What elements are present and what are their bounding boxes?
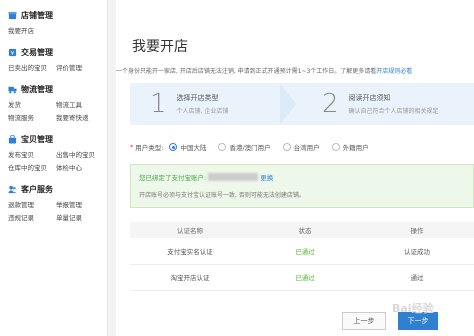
radio-label: 台湾用户 <box>293 144 320 152</box>
radio-label: 外籍用户 <box>342 144 369 152</box>
section-header[interactable]: 宝贝管理 <box>8 132 107 146</box>
sidebar-link-publish-item[interactable]: 发布宝贝 <box>8 149 56 159</box>
step-subtitle: 确认自己符合个人店铺的相关规定 <box>348 108 439 115</box>
table-row: 淘宝开店认证 已通过 通过 <box>130 264 474 291</box>
auth-table: 认证名称 状态 操作 支付宝实名认证 已通过 认证成功 淘宝开店认证 已通过 通… <box>130 222 474 291</box>
section-header[interactable]: 客户服务 <box>8 182 107 196</box>
sidebar-section-customer: 客户服务 退款管理 举报管理 违规记录 单量记录 <box>8 182 107 223</box>
section-title: 店铺管理 <box>21 10 53 20</box>
radio-label: 香港/澳门用户 <box>229 144 271 152</box>
section-header[interactable]: 物流管理 <box>8 82 107 96</box>
radio-mainland[interactable]: 中国大陆 <box>169 142 206 152</box>
step-indicator: 1 选择开店类型 个人店铺, 企业店铺 2 阅读开店须知 确认自己符合个人店铺的… <box>130 83 474 125</box>
notice-body: 一个身份只能开一家店, 开店后店铺无法注销, 申请到正式开通预计需1~3个工作日… <box>116 68 377 75</box>
sidebar-link-on-sale[interactable]: 出售中的宝贝 <box>56 149 104 159</box>
sidebar-link-reviews[interactable]: 评价管理 <box>56 62 104 72</box>
sidebar-link-logistics-service[interactable]: 物流服务 <box>8 112 56 122</box>
bag-icon <box>8 134 17 144</box>
auth-status: 已通过 <box>250 238 360 265</box>
radio-unchecked-icon[interactable] <box>282 143 291 151</box>
step-title: 选择开店类型 <box>176 94 219 102</box>
sidebar-link-orders[interactable]: 单量记录 <box>56 212 104 222</box>
alipay-binding-box: 您已绑定了支付宝账户: 更换 开店账号必须与支付宝认证账号一致, 否则可能无法创… <box>130 164 474 208</box>
section-header[interactable]: ¥ 交易管理 <box>8 45 107 59</box>
sidebar-section-items: 宝贝管理 发布宝贝 出售中的宝贝 仓库中的宝贝 体检中心 <box>8 132 107 172</box>
user-type-label: 用户类型: <box>135 144 164 152</box>
step-number: 1 <box>150 89 167 119</box>
sidebar-link-ship[interactable]: 发货 <box>8 99 56 109</box>
sidebar-link-refunds[interactable]: 退款管理 <box>8 199 56 209</box>
masked-account <box>208 173 259 181</box>
user-type-selector: * 用户类型: 中国大陆 香港/澳门用户 台湾用户 外籍用户 <box>130 142 381 152</box>
sidebar-link-open-store[interactable]: 我要开店 <box>8 25 56 35</box>
section-header[interactable]: 店铺管理 <box>8 8 107 22</box>
radio-foreign[interactable]: 外籍用户 <box>331 142 369 152</box>
notice-text: 一个身份只能开一家店, 开店后店铺无法注销, 申请到正式开通预计需1~3个工作日… <box>116 66 474 75</box>
step-2: 2 阅读开店须知 确认自己符合个人店铺的相关规定 <box>322 83 439 125</box>
section-title: 交易管理 <box>21 47 53 57</box>
radio-unchecked-icon[interactable] <box>218 143 227 151</box>
auth-action[interactable]: 通过 <box>360 264 474 291</box>
sidebar-link-sold-items[interactable]: 已卖出的宝贝 <box>8 62 56 72</box>
auth-name: 淘宝开店认证 <box>130 264 250 291</box>
sidebar-section-trade: ¥ 交易管理 已卖出的宝贝 评价管理 <box>8 45 107 73</box>
column-header: 状态 <box>250 222 360 238</box>
page-title: 我要开店 <box>132 39 188 55</box>
prev-step-button[interactable]: 上一步 <box>342 312 386 330</box>
sidebar-link-send-express[interactable]: 我要寄快递 <box>56 112 104 122</box>
radio-label: 中国大陆 <box>180 144 207 152</box>
sidebar-section-store: 店铺管理 我要开店 <box>8 8 107 36</box>
truck-icon <box>8 86 17 93</box>
rules-link[interactable]: 开店规则必看 <box>376 68 412 75</box>
auth-name: 支付宝实名认证 <box>130 238 250 265</box>
step-subtitle: 个人店铺, 企业店铺 <box>176 108 229 115</box>
step-1: 1 选择开店类型 个人店铺, 企业店铺 <box>150 83 228 125</box>
sidebar-link-health-center[interactable]: 体检中心 <box>56 162 104 172</box>
radio-unchecked-icon[interactable] <box>331 143 340 151</box>
step-arrow-icon <box>280 83 296 125</box>
section-title: 客户服务 <box>21 184 53 194</box>
store-icon <box>8 11 17 19</box>
trade-icon: ¥ <box>8 48 17 56</box>
radio-taiwan[interactable]: 台湾用户 <box>282 142 320 152</box>
watermark-logo: Bai经验 <box>392 302 434 315</box>
required-mark: * <box>130 143 134 151</box>
sidebar-link-reports[interactable]: 举报管理 <box>56 199 104 209</box>
alipay-bound-text: 您已绑定了支付宝账户: <box>139 174 207 182</box>
step-number: 2 <box>322 89 339 119</box>
column-header: 认证名称 <box>130 222 250 238</box>
auth-action[interactable]: 认证成功 <box>360 238 474 265</box>
table-row: 支付宝实名认证 已通过 认证成功 <box>130 238 474 265</box>
table-header-row: 认证名称 状态 操作 <box>130 222 474 238</box>
sidebar-link-logistics-tools[interactable]: 物流工具 <box>56 99 104 109</box>
sidebar-link-warehouse[interactable]: 仓库中的宝贝 <box>8 162 56 172</box>
section-title: 宝贝管理 <box>21 134 53 144</box>
alipay-tip: 开店账号必须与支付宝认证账号一致, 否则可能无法创建店铺。 <box>139 192 305 199</box>
change-account-link[interactable]: 更换 <box>260 172 273 182</box>
step-title: 阅读开店须知 <box>348 94 391 102</box>
section-title: 物流管理 <box>21 84 53 94</box>
column-header: 操作 <box>360 222 474 238</box>
main-panel: 我要开店 一个身份只能开一家店, 开店后店铺无法注销, 申请到正式开通预计需1~… <box>116 0 474 336</box>
sidebar-section-logistics: 物流管理 发货 物流工具 物流服务 我要寄快递 <box>8 82 107 123</box>
sidebar: 店铺管理 我要开店 ¥ 交易管理 已卖出的宝贝 评价管理 物流管理 发货 物流工… <box>0 0 108 336</box>
radio-checked-icon[interactable] <box>169 143 178 151</box>
radio-hk-macau[interactable]: 香港/澳门用户 <box>218 142 271 152</box>
sidebar-link-violations[interactable]: 违规记录 <box>8 212 56 222</box>
auth-status: 已通过 <box>250 264 360 291</box>
svg-text:¥: ¥ <box>11 50 15 56</box>
customer-icon <box>8 185 17 193</box>
